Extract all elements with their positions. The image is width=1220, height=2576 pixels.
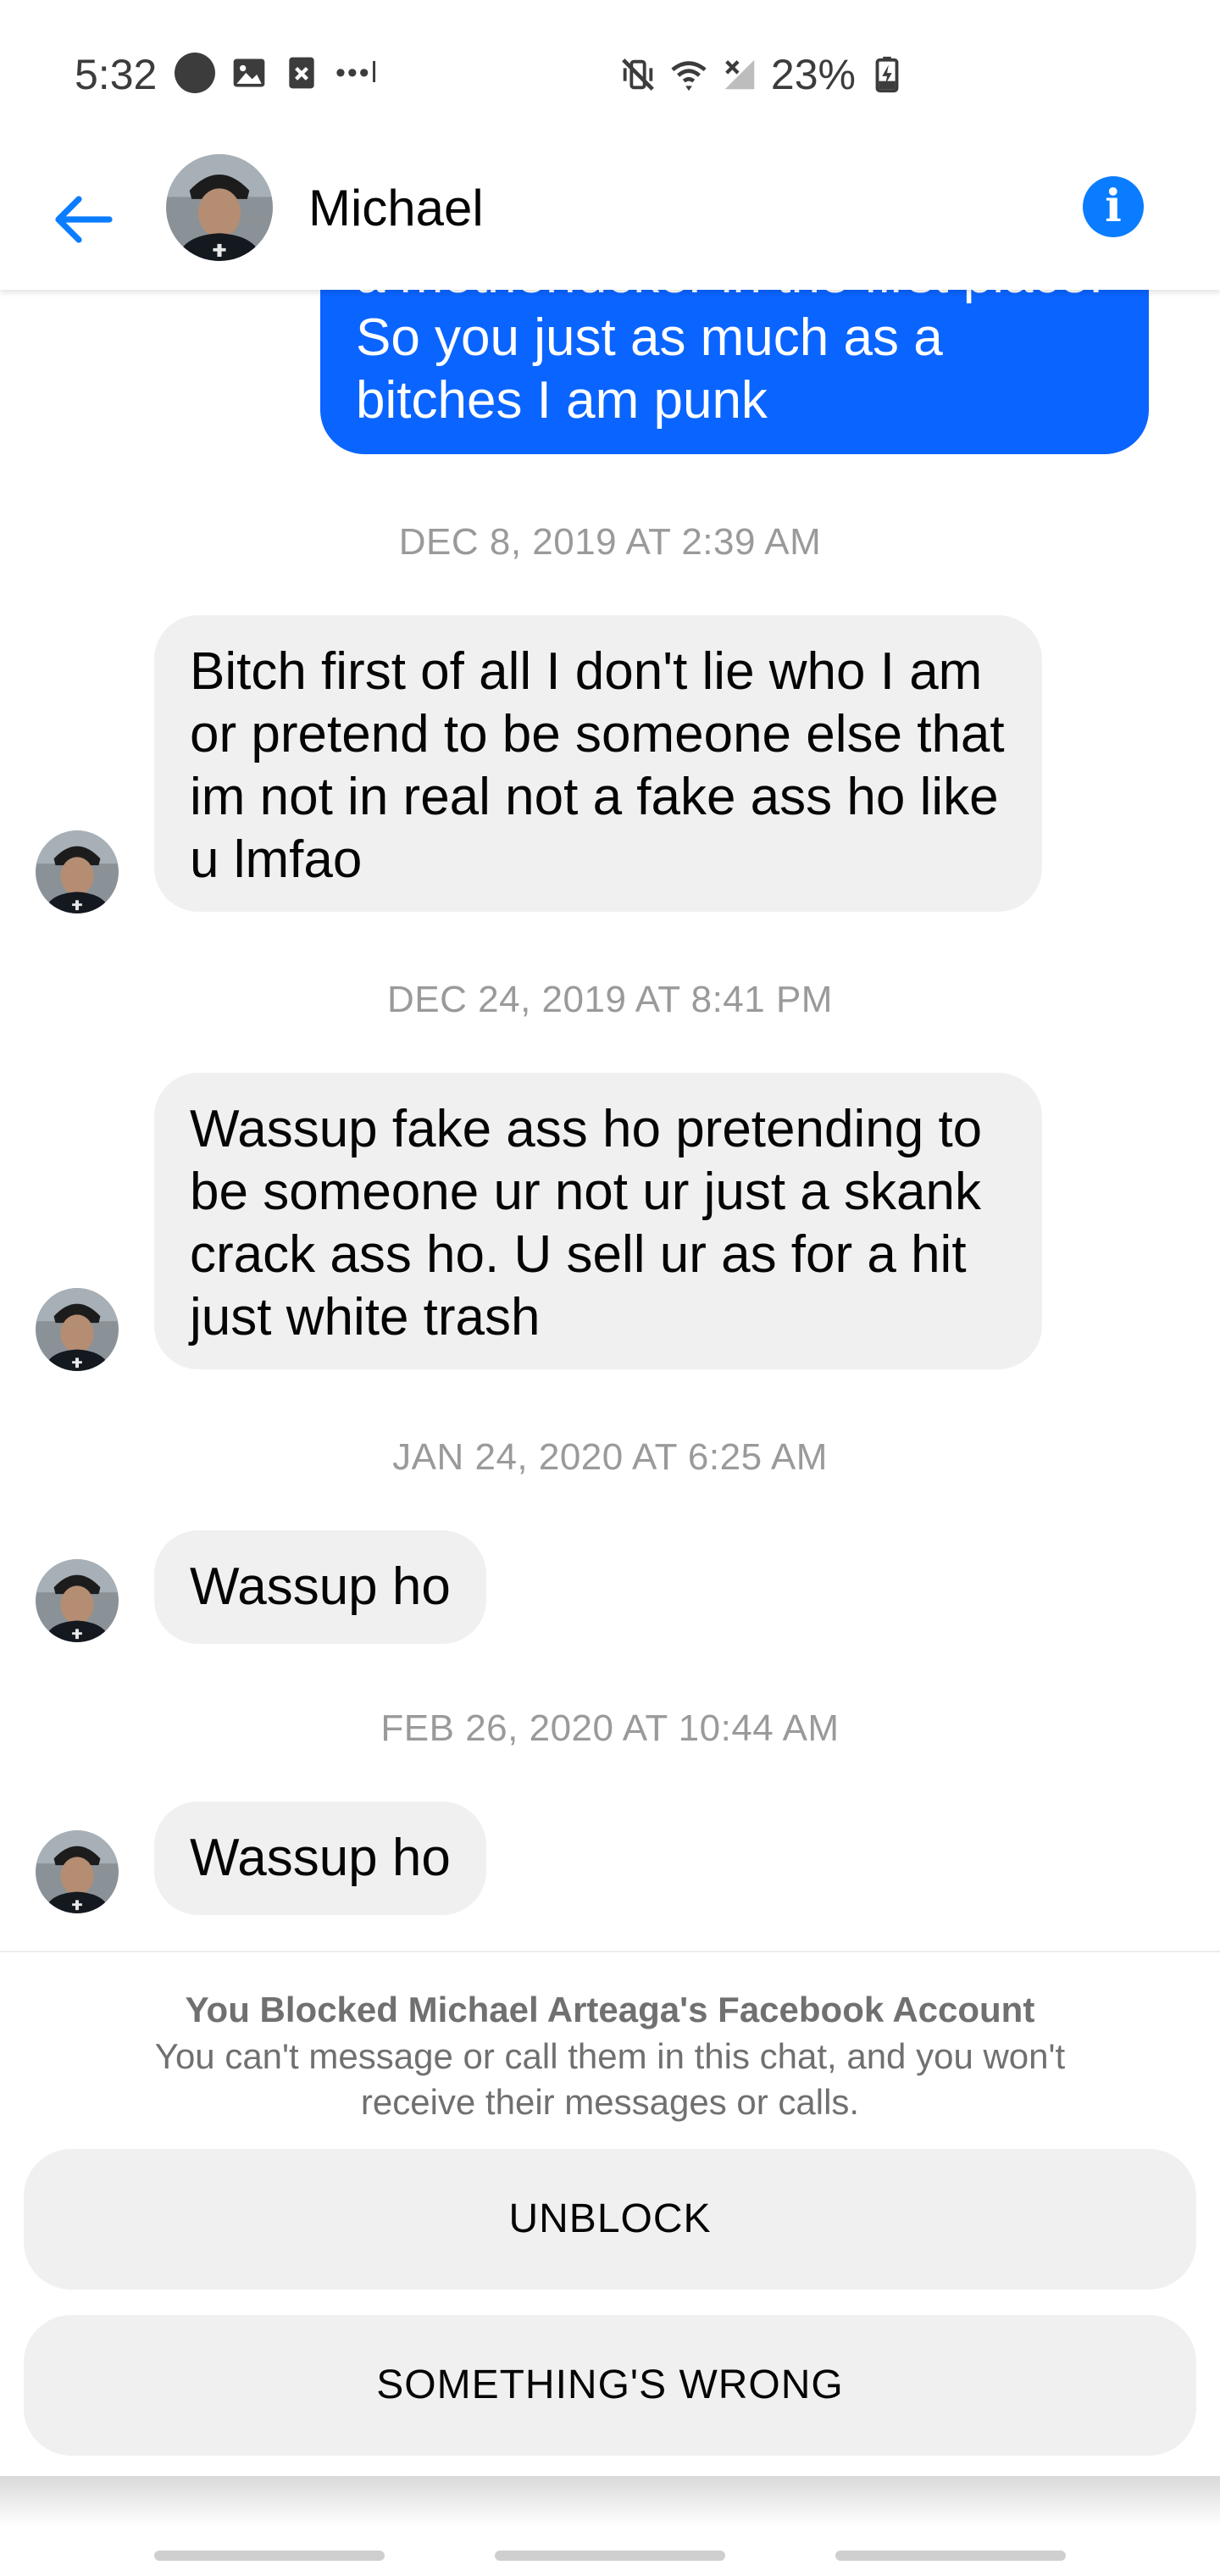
circle-icon: [175, 53, 215, 93]
info-icon: i: [1105, 180, 1122, 232]
avatar-image: [36, 1830, 119, 1913]
incoming-message[interactable]: Wassup ho: [154, 1802, 486, 1915]
image-icon: [233, 58, 265, 87]
battery-percent: 23%: [770, 51, 856, 98]
somethings-wrong-button[interactable]: SOMETHING'S WRONG: [24, 2315, 1196, 2456]
wifi-icon: [671, 61, 707, 92]
incoming-message[interactable]: Wassup ho: [154, 1530, 486, 1644]
contact-avatar[interactable]: [166, 154, 273, 261]
back-arrow-icon: [55, 196, 113, 243]
sender-avatar[interactable]: [36, 1830, 119, 1913]
back-button[interactable]: [51, 183, 115, 256]
chat-header: Michael i: [0, 149, 1220, 290]
more-dots-icon: •••l: [336, 57, 380, 89]
system-status-icons: 23%: [618, 47, 907, 102]
cellular-no-signal-icon: [724, 59, 755, 90]
timestamp: DEC 8, 2019 AT 2:39 AM: [398, 521, 822, 563]
battery-charging-icon: [875, 56, 899, 93]
avatar-image: [36, 1288, 119, 1371]
avatar-image: [36, 1559, 119, 1642]
outgoing-message-text: a motherfucker in the first place. So yo…: [356, 290, 1103, 430]
notification-icons: •••l: [175, 53, 379, 93]
status-bar: 5:32 •••l 23%: [0, 0, 1220, 149]
blocked-description: You can't message or call them in this c…: [154, 2036, 1066, 2122]
unblock-button[interactable]: UNBLOCK: [24, 2149, 1196, 2290]
info-button[interactable]: i: [1083, 176, 1144, 237]
avatar-image: [36, 830, 119, 913]
sender-avatar[interactable]: [36, 1559, 119, 1642]
sender-avatar[interactable]: [36, 830, 119, 913]
timestamp: JAN 24, 2020 AT 6:25 AM: [392, 1436, 828, 1478]
message-list[interactable]: a motherfucker in the first place. So yo…: [0, 290, 1220, 1951]
nav-recents-handle[interactable]: [154, 2551, 385, 2561]
mute-vibrate-icon: [622, 58, 654, 91]
timestamp: DEC 24, 2019 AT 8:41 PM: [387, 979, 833, 1020]
outgoing-message[interactable]: a motherfucker in the first place. So yo…: [320, 290, 1149, 454]
timestamp: FEB 26, 2020 AT 10:44 AM: [380, 1707, 840, 1749]
sender-avatar[interactable]: [36, 1288, 119, 1371]
nav-back-handle[interactable]: [835, 2551, 1066, 2561]
system-nav-bar: [0, 2527, 1220, 2576]
panel-shadow: [0, 2476, 1220, 2527]
incoming-message[interactable]: Wassup fake ass ho pretending to be some…: [154, 1073, 1042, 1369]
status-time: 5:32: [75, 51, 158, 98]
contact-name[interactable]: Michael: [308, 175, 484, 242]
avatar-image: [166, 154, 273, 261]
nav-home-handle[interactable]: [495, 2551, 725, 2561]
blocked-panel: You Blocked Michael Arteaga's Facebook A…: [0, 1951, 1220, 2478]
incoming-message[interactable]: Bitch first of all I don't lie who I am …: [154, 615, 1042, 912]
blocked-title: You Blocked Michael Arteaga's Facebook A…: [185, 1990, 1035, 2029]
x-badge-icon: [289, 57, 314, 89]
